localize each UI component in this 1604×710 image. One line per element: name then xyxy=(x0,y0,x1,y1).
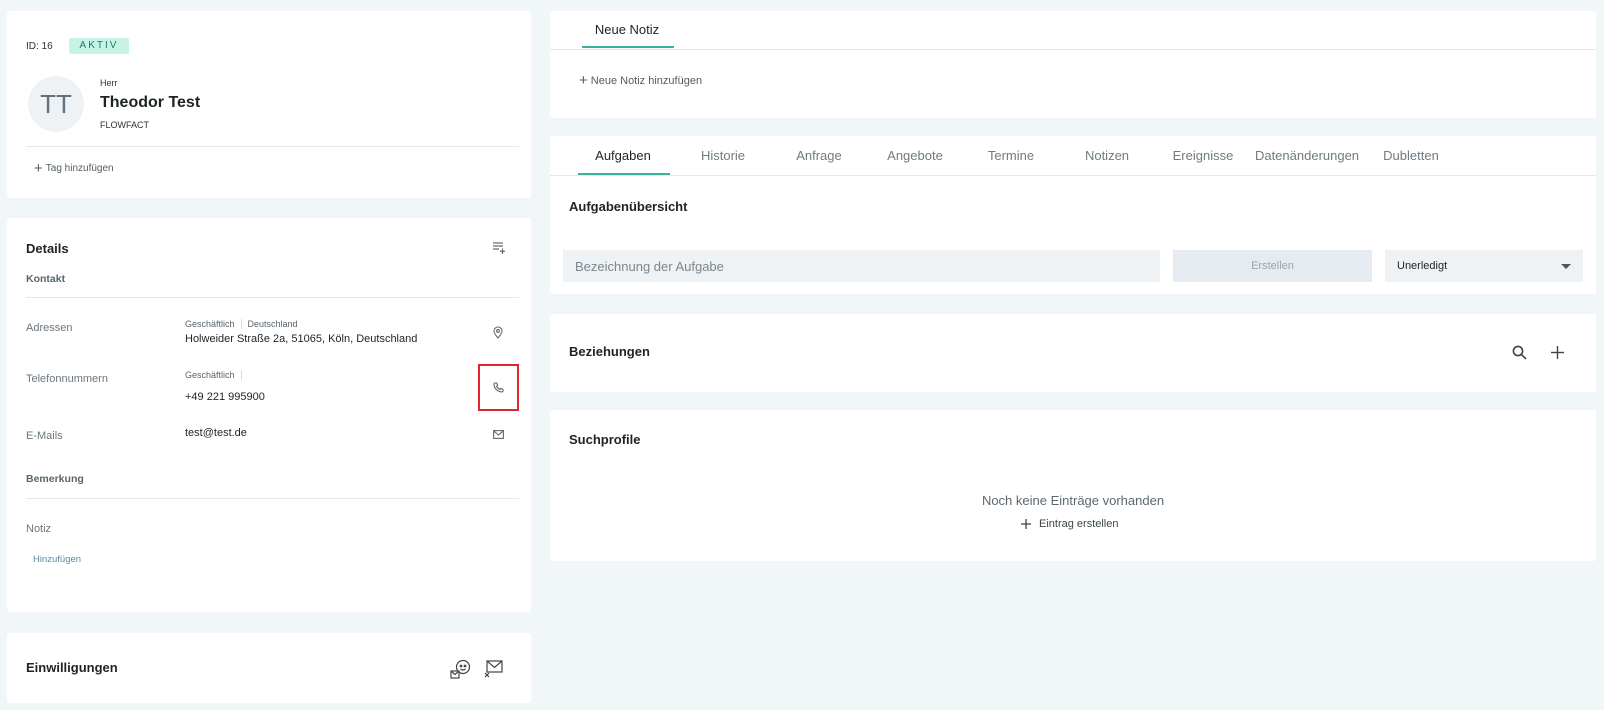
tab-termine[interactable]: Termine xyxy=(964,148,1058,163)
add-note-link[interactable]: Hinzufügen xyxy=(33,554,81,565)
create-task-button[interactable]: Erstellen xyxy=(1173,250,1372,282)
search-profiles-card: Suchprofile Noch keine Einträge vorhande… xyxy=(550,410,1596,561)
divider xyxy=(550,175,1596,176)
tasks-overview-title: Aufgabenübersicht xyxy=(569,199,688,214)
mail-consent-icon[interactable] xyxy=(483,658,505,680)
tab-underline xyxy=(582,46,674,48)
add-tag-label: Tag hinzufügen xyxy=(45,163,114,174)
add-note-button[interactable]: + Neue Notiz hinzufügen xyxy=(579,72,703,89)
task-status-value: Unerledigt xyxy=(1397,260,1448,272)
tab-ereignisse[interactable]: Ereignisse xyxy=(1156,148,1250,163)
add-relation-icon[interactable] xyxy=(1548,343,1566,361)
tab-datenaenderungen[interactable]: Datenänderungen xyxy=(1250,148,1364,163)
call-phone-button[interactable] xyxy=(478,364,519,411)
consent-card: Einwilligungen xyxy=(7,633,531,703)
task-name-input[interactable] xyxy=(563,250,1160,282)
tab-new-note[interactable]: Neue Notiz xyxy=(582,22,672,37)
phone-type: Geschäftlich xyxy=(185,370,235,380)
phones-label: Telefonnummern xyxy=(26,373,108,385)
mail-icon[interactable] xyxy=(491,428,505,440)
note-card: Neue Notiz + Neue Notiz hinzufügen xyxy=(550,11,1596,118)
profile-card: ID: 16 AKTIV TT Herr Theodor Test FLOWFA… xyxy=(7,11,531,198)
contact-section-title: Kontakt xyxy=(26,273,66,285)
contact-name: Theodor Test xyxy=(100,94,201,111)
tab-anfrage[interactable]: Anfrage xyxy=(772,148,866,163)
search-icon[interactable] xyxy=(1510,343,1528,361)
divider xyxy=(550,49,1596,50)
plus-icon: + xyxy=(34,159,43,177)
email-value[interactable]: test@test.de xyxy=(185,427,247,439)
add-tag-button[interactable]: + Tag hinzufügen xyxy=(34,159,114,177)
divider xyxy=(26,146,519,147)
create-entry-label: Eintrag erstellen xyxy=(1039,518,1119,530)
salutation: Herr xyxy=(100,78,118,88)
relations-title: Beziehungen xyxy=(569,344,650,359)
note-label: Notiz xyxy=(26,523,52,535)
address-country: Deutschland xyxy=(247,319,298,329)
create-entry-button[interactable]: Eintrag erstellen xyxy=(1021,518,1119,530)
consent-person-icon[interactable] xyxy=(449,658,473,680)
empty-state-text: Noch keine Einträge vorhanden xyxy=(981,493,1165,508)
consent-title: Einwilligungen xyxy=(26,660,118,675)
tab-historie[interactable]: Historie xyxy=(676,148,770,163)
plus-icon: + xyxy=(579,72,588,89)
company-name: FLOWFACT xyxy=(100,120,149,130)
tab-angebote[interactable]: Angebote xyxy=(868,148,962,163)
location-pin-icon[interactable] xyxy=(491,324,505,340)
details-card: Details Kontakt Adressen Geschäftlich De… xyxy=(7,218,531,612)
separator xyxy=(240,370,242,380)
phone-value[interactable]: +49 221 995900 xyxy=(185,391,265,403)
tasks-card: Aufgaben Historie Anfrage Angebote Termi… xyxy=(550,136,1596,294)
add-note-label: Neue Notiz hinzufügen xyxy=(590,75,703,87)
search-profiles-title: Suchprofile xyxy=(569,432,641,447)
relations-card: Beziehungen xyxy=(550,314,1596,392)
tab-notizen[interactable]: Notizen xyxy=(1060,148,1154,163)
task-status-select[interactable]: Unerledigt xyxy=(1385,250,1583,282)
status-badge: AKTIV xyxy=(69,38,129,54)
details-title: Details xyxy=(26,241,69,256)
address-value[interactable]: Holweider Straße 2a, 51065, Köln, Deutsc… xyxy=(185,333,417,345)
separator xyxy=(240,319,242,329)
address-tags: Geschäftlich Deutschland xyxy=(185,319,298,329)
divider xyxy=(26,297,519,298)
divider xyxy=(26,498,519,499)
contact-id: ID: 16 xyxy=(26,41,53,52)
avatar: TT xyxy=(28,76,84,132)
remark-section-title: Bemerkung xyxy=(26,473,84,485)
tab-dubletten[interactable]: Dubletten xyxy=(1364,148,1458,163)
phone-icon xyxy=(493,382,504,393)
emails-label: E-Mails xyxy=(26,430,63,442)
tab-aufgaben[interactable]: Aufgaben xyxy=(576,148,670,163)
add-field-icon[interactable] xyxy=(490,239,508,257)
plus-icon xyxy=(1021,519,1031,529)
phone-tags: Geschäftlich xyxy=(185,370,242,380)
chevron-down-icon xyxy=(1561,263,1571,269)
address-type: Geschäftlich xyxy=(185,319,235,329)
addresses-label: Adressen xyxy=(26,322,73,334)
